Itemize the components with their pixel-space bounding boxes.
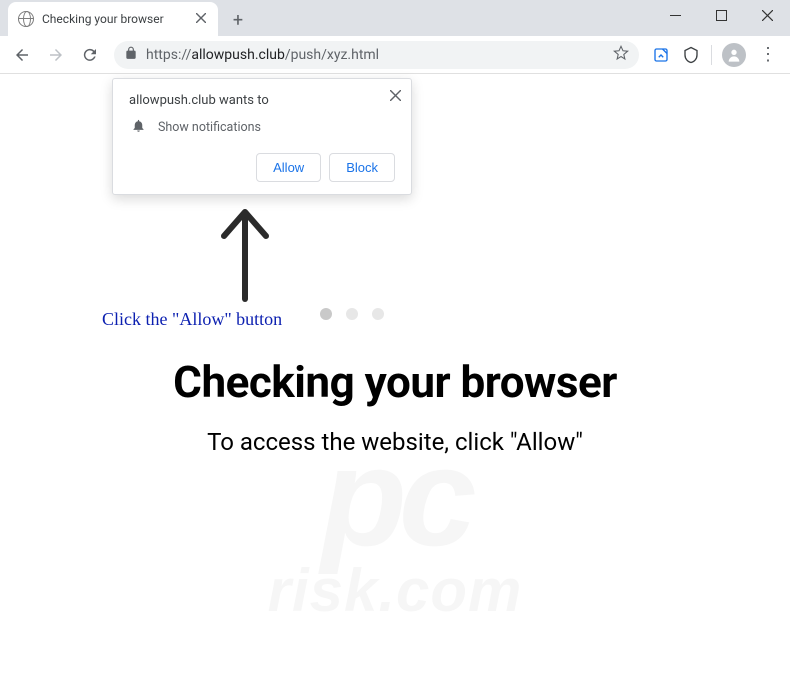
permission-popup: allowpush.club wants to Show notificatio…: [112, 78, 412, 195]
window-minimize-button[interactable]: [652, 0, 698, 30]
reload-button[interactable]: [74, 39, 106, 71]
hero-content: Checking your browser To access the webs…: [0, 356, 790, 456]
bell-icon: [131, 118, 146, 137]
allow-button[interactable]: Allow: [256, 153, 321, 182]
window-maximize-button[interactable]: [698, 0, 744, 30]
browser-toolbar: https://allowpush.club/push/xyz.html ⋮: [0, 36, 790, 74]
page-viewport: pc risk.com allowpush.club wants to Show…: [0, 74, 790, 680]
permission-title: allowpush.club wants to: [129, 93, 395, 108]
forward-button[interactable]: [40, 39, 72, 71]
globe-icon: [18, 11, 34, 27]
new-tab-button[interactable]: +: [224, 6, 252, 34]
watermark-line2: risk.com: [0, 556, 790, 625]
dot: [346, 308, 358, 320]
bookmark-star-icon[interactable]: [613, 45, 629, 65]
permission-item-label: Show notifications: [158, 120, 261, 135]
profile-avatar[interactable]: [722, 43, 746, 67]
block-button[interactable]: Block: [329, 153, 395, 182]
window-close-button[interactable]: [744, 0, 790, 30]
watermark: pc risk.com: [0, 437, 790, 625]
page-subheading: To access the website, click "Allow": [0, 428, 790, 456]
extension-icon-2[interactable]: [677, 41, 705, 69]
dot: [320, 308, 332, 320]
back-button[interactable]: [6, 39, 38, 71]
url-path: /push/xyz.html: [285, 47, 379, 63]
url-scheme: https://: [146, 47, 191, 63]
toolbar-separator: [711, 45, 712, 65]
browser-menu-button[interactable]: ⋮: [752, 39, 784, 71]
browser-tab[interactable]: Checking your browser: [8, 2, 218, 36]
instruction-text: Click the "Allow" button: [102, 309, 282, 330]
lock-icon: [124, 46, 138, 64]
permission-close-button[interactable]: [390, 87, 401, 105]
permission-actions: Allow Block: [129, 153, 395, 182]
permission-item: Show notifications: [129, 118, 395, 137]
url-host: allowpush.club: [191, 47, 284, 63]
address-bar[interactable]: https://allowpush.club/push/xyz.html: [114, 41, 639, 69]
tab-close-button[interactable]: [194, 9, 208, 29]
tab-title: Checking your browser: [42, 12, 194, 26]
window-controls: [652, 0, 790, 30]
extension-icon-1[interactable]: [647, 41, 675, 69]
loading-dots: [320, 308, 384, 320]
page-heading: Checking your browser: [0, 356, 790, 408]
up-arrow-icon: [210, 204, 280, 304]
dot: [372, 308, 384, 320]
